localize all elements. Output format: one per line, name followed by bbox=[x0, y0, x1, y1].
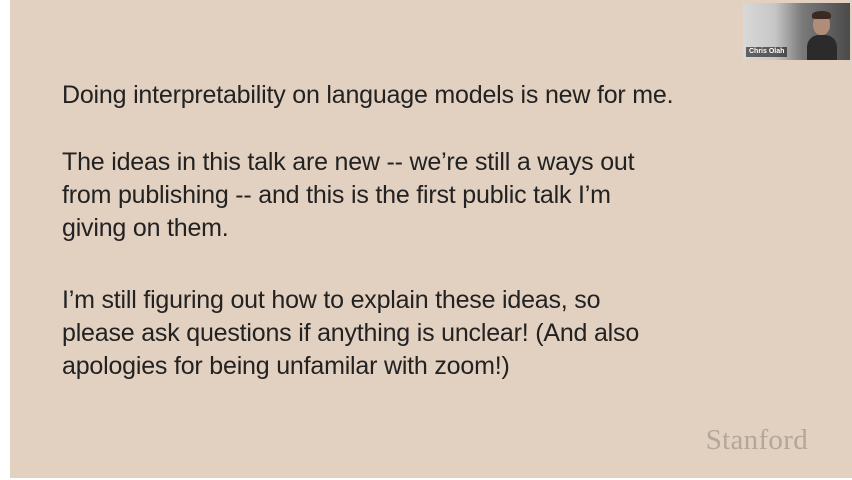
stanford-logo-text: Stanford bbox=[705, 424, 808, 456]
speaker-hair bbox=[812, 11, 831, 19]
speaker-torso bbox=[807, 35, 837, 60]
participant-name-label: Chris Olah bbox=[746, 47, 788, 57]
speaker-avatar bbox=[807, 11, 837, 60]
slide-paragraph-intro: Doing interpretability on language model… bbox=[62, 79, 674, 112]
presentation-slide: Doing interpretability on language model… bbox=[0, 0, 852, 480]
slide-text-line: The ideas in this talk are new -- we’re … bbox=[62, 148, 635, 176]
slide-paragraph-questions: I’m still figuring out how to explain th… bbox=[62, 284, 639, 383]
participant-video-tile[interactable]: Chris Olah bbox=[743, 3, 850, 60]
slide-paragraph-ideas: The ideas in this talk are new -- we’re … bbox=[62, 146, 635, 245]
slide-text-line: from publishing -- and this is the first… bbox=[62, 181, 611, 209]
slide-text-line: apologies for being unfamilar with zoom!… bbox=[62, 352, 510, 380]
slide-text-line: Doing interpretability on language model… bbox=[62, 81, 674, 109]
slide-text-line: please ask questions if anything is uncl… bbox=[62, 319, 640, 347]
slide-text-line: giving on them. bbox=[62, 214, 229, 242]
slide-text-line: I’m still figuring out how to explain th… bbox=[62, 286, 601, 314]
